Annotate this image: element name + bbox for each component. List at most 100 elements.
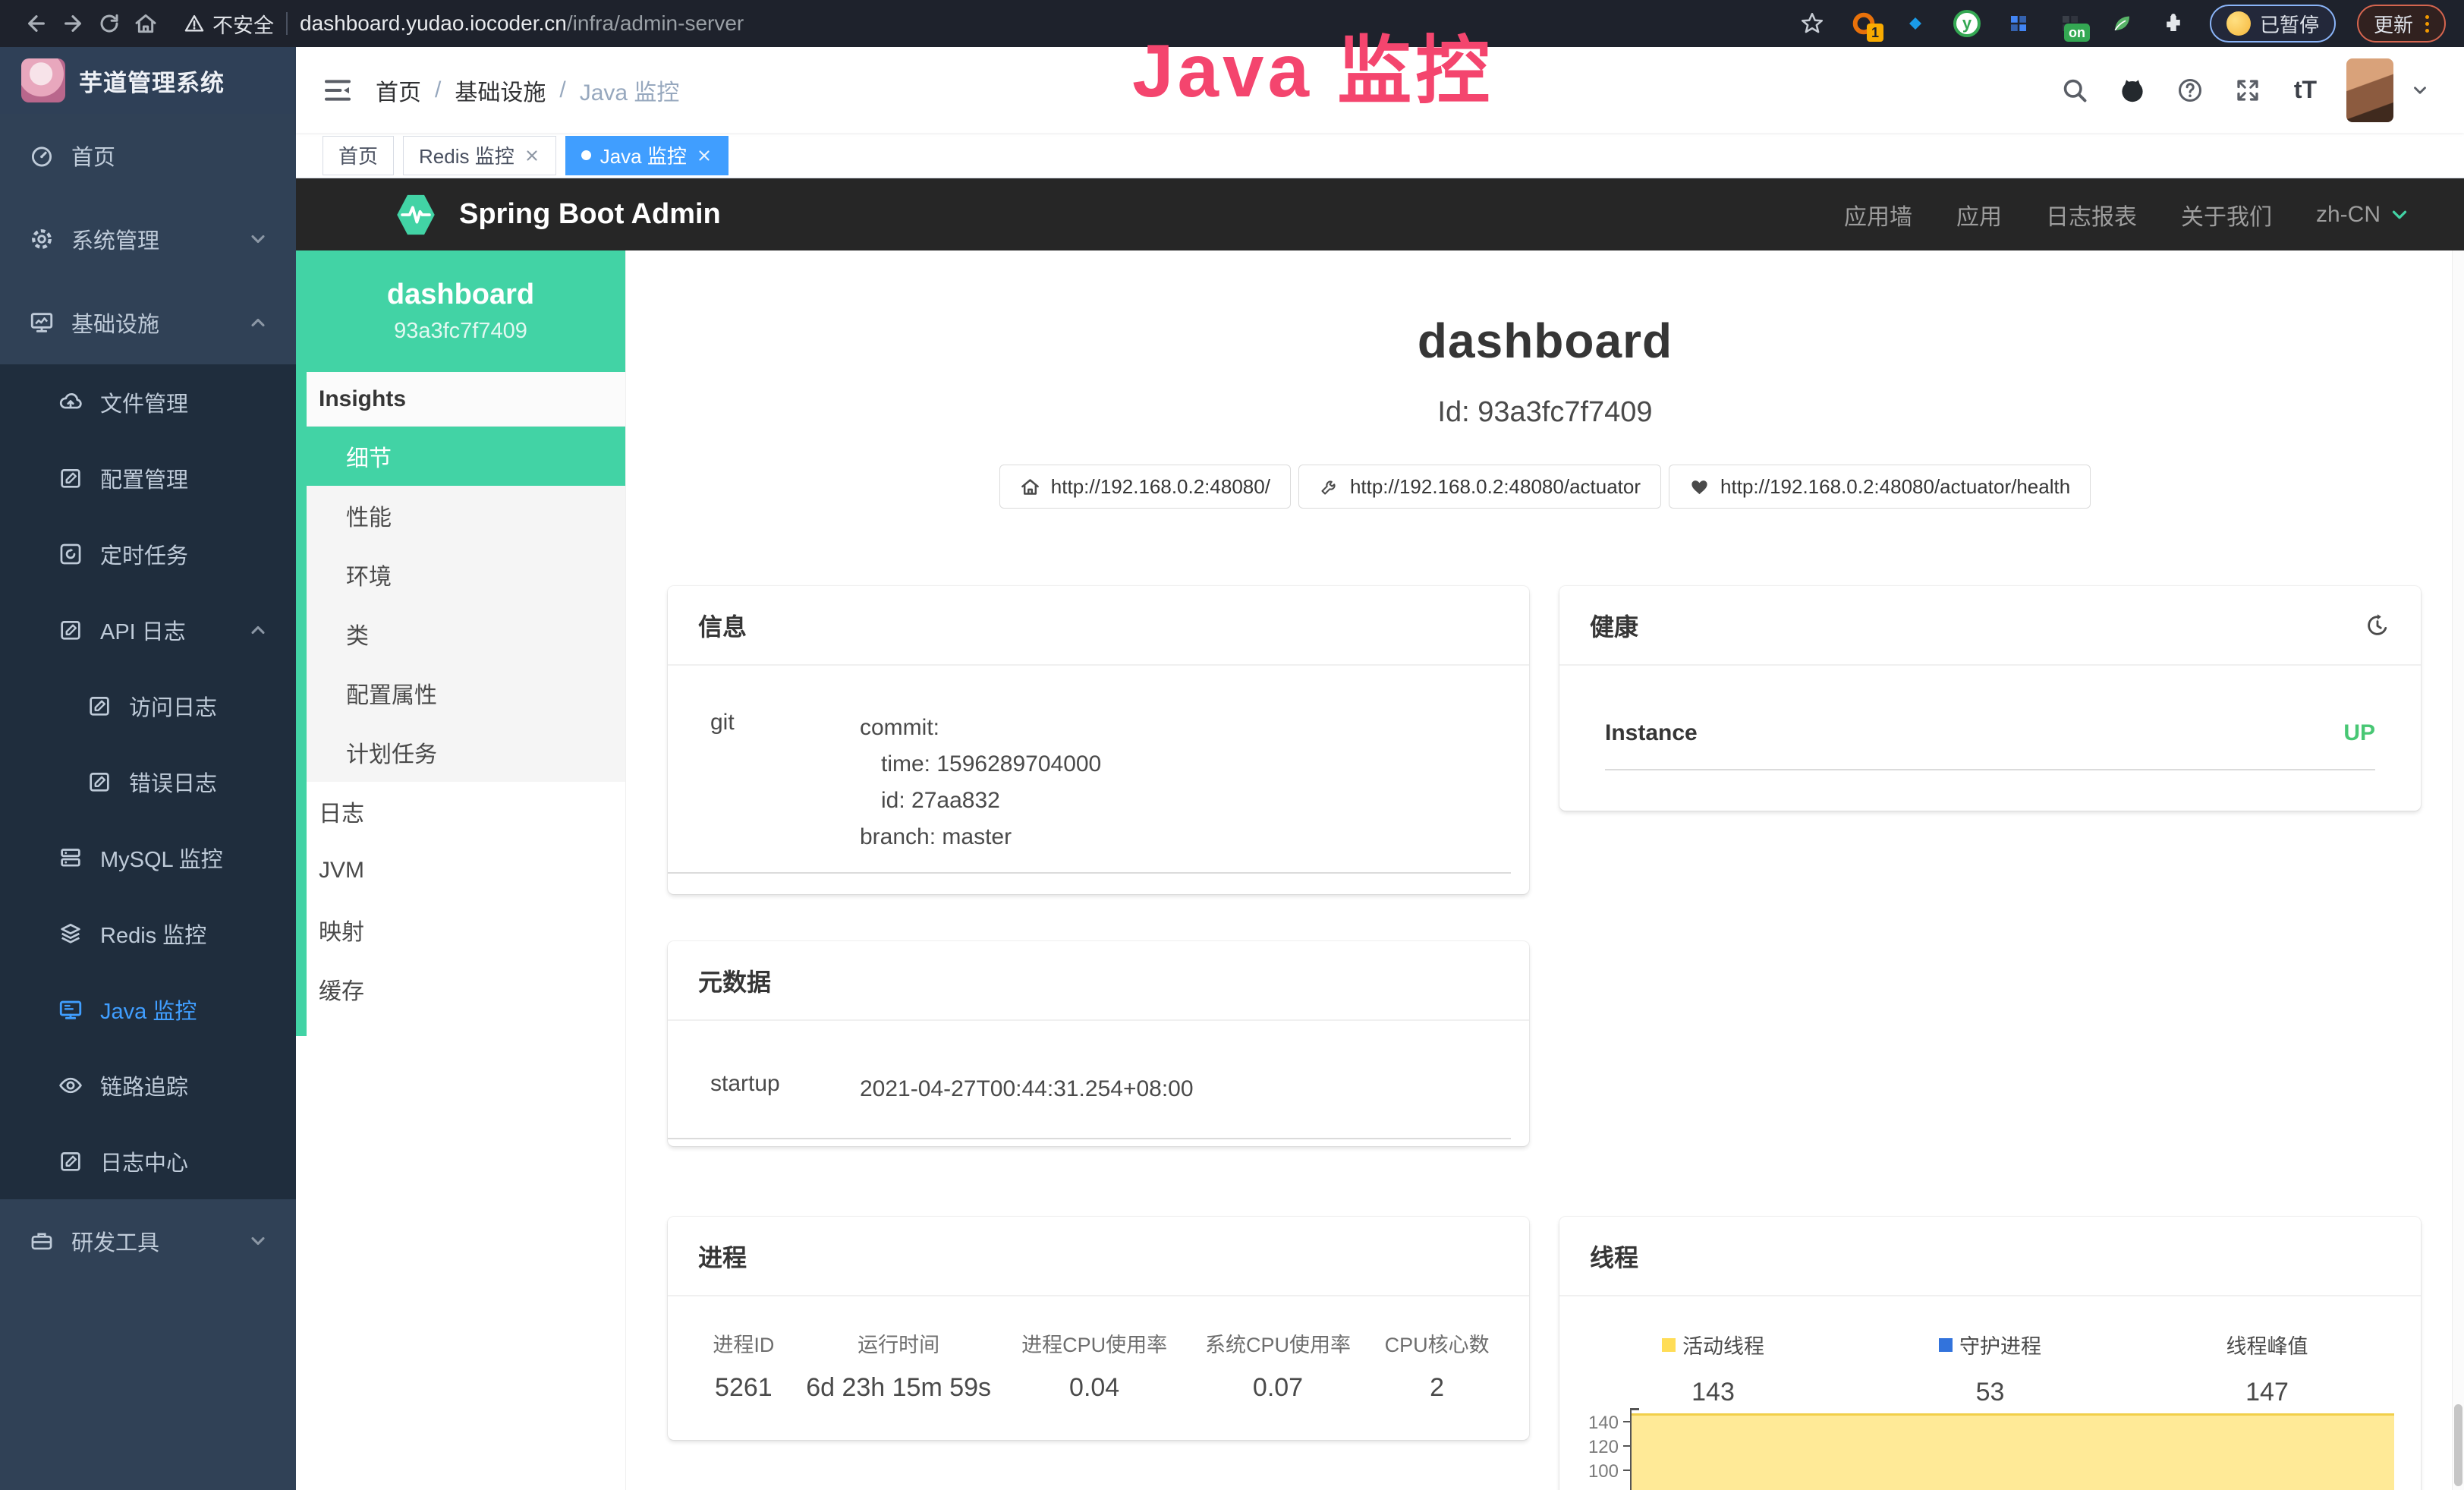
- sidebar-item-details[interactable]: 细节: [296, 427, 625, 486]
- back-button[interactable]: [18, 5, 55, 42]
- tab-redis-monitor[interactable]: Redis 监控: [403, 136, 556, 175]
- forward-button[interactable]: [55, 5, 91, 42]
- sidebar-item-mappings[interactable]: 映射: [296, 900, 625, 959]
- scrollbar-thumb[interactable]: [2454, 1404, 2462, 1486]
- extension-icon-grid[interactable]: [2003, 8, 2034, 39]
- sidebar-item-java-monitor[interactable]: Java 监控: [0, 972, 296, 1047]
- sidebar-item-logs[interactable]: 日志: [296, 782, 625, 841]
- collapse-sidebar-button[interactable]: [323, 75, 353, 106]
- y-tick-140: 140: [1559, 1413, 1619, 1434]
- extension-icon-puzzle[interactable]: [2158, 8, 2189, 39]
- sidebar-item-error-log[interactable]: 错误日志: [0, 744, 296, 820]
- address-bar[interactable]: 不安全 dashboard.yudao.iocoder.cn/infra/adm…: [184, 9, 744, 39]
- help-icon[interactable]: [2173, 74, 2207, 107]
- reload-button[interactable]: [91, 5, 127, 42]
- font-size-icon[interactable]: tT: [2289, 74, 2322, 107]
- sba-brand[interactable]: Spring Boot Admin: [391, 190, 721, 240]
- metadata-value: 2021-04-27T00:44:31.254+08:00: [860, 1071, 1194, 1107]
- card-process: 进程 进程ID 运行时间 进程CPU使用率 系统CPU使用率 CPU核心数 52…: [668, 1217, 1529, 1440]
- sidebar-item-home[interactable]: 首页: [0, 114, 296, 197]
- home-icon: [1020, 477, 1040, 497]
- app-logo-row[interactable]: 芋道管理系统: [0, 47, 296, 114]
- sidebar-item-api-log[interactable]: API 日志: [0, 592, 296, 668]
- sidebar-item-jvm[interactable]: JVM: [296, 841, 625, 900]
- sidebar-item-access-log[interactable]: 访问日志: [0, 668, 296, 744]
- instance-name: dashboard: [387, 279, 534, 311]
- process-values: 5261 6d 23h 15m 59s 0.04 0.07 2: [668, 1373, 1529, 1403]
- extension-icon-y[interactable]: y: [1952, 8, 1982, 39]
- extension-icon-pin[interactable]: [1900, 8, 1931, 39]
- sidebar-item-environment[interactable]: 环境: [296, 545, 625, 604]
- sidebar-item-log-center[interactable]: 日志中心: [0, 1123, 296, 1199]
- sidebar-item-redis-monitor[interactable]: Redis 监控: [0, 896, 296, 972]
- system-cpu: 0.07: [1188, 1373, 1368, 1403]
- tab-home[interactable]: 首页: [323, 136, 394, 175]
- sidebar-item-mysql-monitor[interactable]: MySQL 监控: [0, 820, 296, 896]
- legend-daemon-threads: 守护进程 53: [1852, 1330, 2129, 1407]
- warning-icon: [184, 13, 205, 34]
- legend-swatch-blue: [1939, 1338, 1953, 1352]
- app-title: 芋道管理系统: [79, 64, 225, 98]
- breadcrumb-home[interactable]: 首页: [376, 74, 421, 107]
- card-metadata: 元数据 startup 2021-04-27T00:44:31.254+08:0…: [668, 941, 1529, 1146]
- history-icon[interactable]: [2365, 613, 2390, 638]
- avatar-caret-icon[interactable]: [2410, 80, 2430, 100]
- nav-link-about[interactable]: 关于我们: [2181, 198, 2272, 232]
- sidebar-item-trace[interactable]: 链路追踪: [0, 1047, 296, 1123]
- locale-select[interactable]: zh-CN: [2316, 202, 2411, 228]
- sidebar-item-scheduled-task[interactable]: 定时任务: [0, 516, 296, 592]
- search-icon[interactable]: [2058, 74, 2091, 107]
- sidebar-item-scheduled[interactable]: 计划任务: [296, 723, 625, 782]
- admin-sidebar: 芋道管理系统 首页 系统管理 基础设施 文件管理 配置管理: [0, 47, 296, 1490]
- sidebar-item-file-manage[interactable]: 文件管理: [0, 364, 296, 440]
- close-icon[interactable]: [524, 147, 540, 164]
- service-url-button[interactable]: http://192.168.0.2:48080/: [999, 465, 1291, 509]
- bookmark-star-icon[interactable]: [1797, 8, 1827, 39]
- health-row-instance[interactable]: Instance UP: [1605, 666, 2375, 770]
- nav-link-wallboard[interactable]: 应用墙: [1844, 198, 1912, 232]
- status-badge: UP: [2343, 720, 2375, 746]
- nav-link-applications[interactable]: 应用: [1956, 198, 2002, 232]
- breadcrumb-infra[interactable]: 基础设施: [455, 74, 546, 107]
- card-threads-title: 线程: [1590, 1239, 1638, 1274]
- sidebar-item-dev-tools[interactable]: 研发工具: [0, 1199, 296, 1283]
- sidebar-item-caches[interactable]: 缓存: [296, 959, 625, 1019]
- monitor-icon: [58, 997, 83, 1022]
- fullscreen-icon[interactable]: [2231, 74, 2264, 107]
- tab-java-monitor[interactable]: Java 监控: [565, 136, 729, 175]
- card-metadata-title: 元数据: [698, 963, 771, 998]
- extension-icon-on[interactable]: on: [2055, 8, 2085, 39]
- sidebar-item-classes[interactable]: 类: [296, 604, 625, 663]
- chevron-up-icon: [247, 619, 269, 641]
- layers-icon: [58, 921, 83, 947]
- sidebar-item-config-props[interactable]: 配置属性: [296, 663, 625, 723]
- extension-icon-orange[interactable]: 1: [1849, 8, 1879, 39]
- legend-swatch-yellow: [1662, 1338, 1676, 1352]
- live-threads-area: [1632, 1413, 2394, 1490]
- cpu-cores: 2: [1367, 1373, 1506, 1403]
- info-key: git: [710, 710, 860, 855]
- actuator-url-button[interactable]: http://192.168.0.2:48080/actuator: [1298, 465, 1661, 509]
- update-button[interactable]: 更新: [2357, 5, 2446, 43]
- close-icon[interactable]: [696, 147, 713, 164]
- health-url-button[interactable]: http://192.168.0.2:48080/actuator/health: [1669, 465, 2091, 509]
- health-instance-label: Instance: [1605, 720, 1698, 746]
- paused-badge[interactable]: 已暂停: [2210, 5, 2336, 43]
- sidebar-item-infra[interactable]: 基础设施: [0, 281, 296, 364]
- instance-header[interactable]: dashboard 93a3fc7f7409: [296, 250, 625, 372]
- kebab-menu-icon[interactable]: [2425, 15, 2429, 33]
- card-info: 信息 git commit: time: 1596289704000 id: 2…: [668, 586, 1529, 894]
- url-host: dashboard.yudao.iocoder.cn: [300, 11, 567, 35]
- extension-icon-leaf[interactable]: [2107, 8, 2137, 39]
- cloud-upload-icon: [58, 389, 83, 415]
- user-avatar[interactable]: [2346, 58, 2393, 122]
- breadcrumb-current: Java 监控: [580, 74, 680, 107]
- tags-view-bar: 首页 Redis 监控 Java 监控: [296, 133, 2464, 178]
- sidebar-item-config-manage[interactable]: 配置管理: [0, 440, 296, 516]
- github-icon[interactable]: [2116, 74, 2149, 107]
- sidebar-item-system[interactable]: 系统管理: [0, 197, 296, 281]
- sidebar-item-metrics[interactable]: 性能: [296, 486, 625, 545]
- home-button[interactable]: [127, 5, 164, 42]
- nav-link-journal[interactable]: 日志报表: [2046, 198, 2137, 232]
- eye-icon: [58, 1073, 83, 1098]
